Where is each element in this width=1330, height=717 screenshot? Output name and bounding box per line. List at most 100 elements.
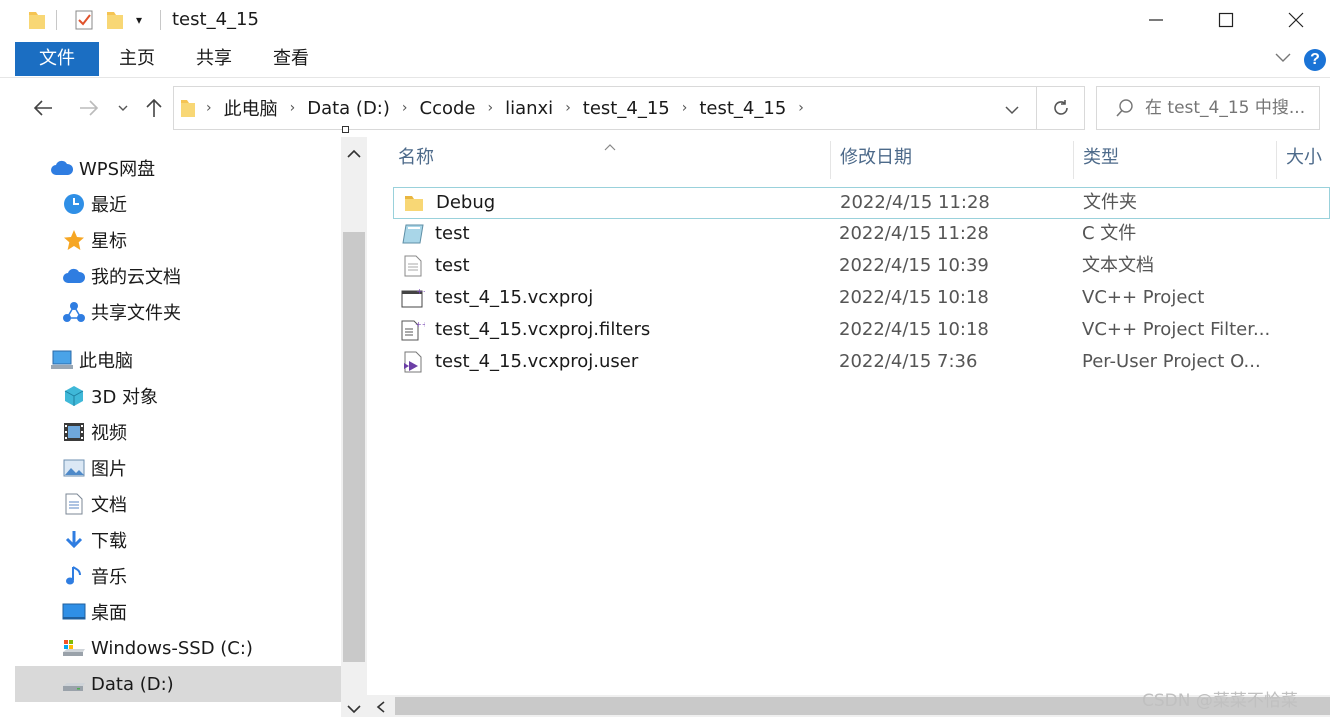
recent-locations-button[interactable] [114, 95, 132, 121]
chevron-right-icon[interactable]: › [559, 100, 577, 116]
separator [56, 10, 57, 30]
sidebar-item-label: WPS网盘 [79, 159, 156, 180]
scroll-up-icon[interactable] [346, 145, 362, 164]
breadcrumb-item[interactable]: Data (D:) [301, 98, 396, 119]
text-file-icon [401, 254, 425, 278]
close-icon [1288, 12, 1304, 28]
share-icon [62, 300, 86, 324]
chevron-right-icon[interactable]: › [284, 100, 302, 116]
search-box[interactable] [1096, 86, 1320, 130]
vs-user-icon [401, 350, 425, 374]
folder-icon [174, 98, 200, 118]
table-row[interactable]: Debug 2022/4/15 11:28 文件夹 [393, 187, 1330, 219]
window-title: test_4_15 [172, 9, 259, 30]
address-history-button[interactable] [1004, 101, 1020, 120]
forward-button[interactable] [76, 95, 102, 121]
table-row[interactable]: ++ test_4_15.vcxproj 2022/4/15 10:18 VC+… [393, 283, 1330, 315]
music-icon [62, 564, 86, 588]
cube-icon [62, 384, 86, 408]
chevron-right-icon[interactable]: › [676, 100, 694, 116]
chevron-right-icon[interactable]: › [396, 100, 414, 116]
chevron-right-icon[interactable]: › [200, 100, 218, 116]
column-header-size[interactable]: 大小 [1286, 137, 1330, 179]
breadcrumb-item[interactable]: test_4_15 [577, 98, 676, 119]
file-name-cell: test_4_15.vcxproj.user [401, 347, 821, 377]
sidebar-item-starred[interactable]: 星标 [62, 224, 340, 256]
help-icon[interactable]: ? [1304, 49, 1326, 71]
sidebar-item-cloud-docs[interactable]: 我的云文档 [62, 260, 340, 292]
sidebar-item-this-pc[interactable]: 此电脑 [50, 344, 340, 376]
picture-icon [62, 456, 86, 480]
sidebar-item-recent[interactable]: 最近 [62, 188, 340, 220]
resize-handle[interactable] [342, 126, 349, 133]
maximize-button[interactable] [1191, 0, 1261, 40]
folder-icon [402, 191, 426, 215]
properties-icon[interactable] [74, 8, 94, 32]
file-type: 文件夹 [1083, 192, 1137, 213]
column-divider[interactable] [1276, 141, 1277, 179]
sidebar-scrollbar[interactable] [341, 137, 367, 717]
sidebar-item-label: 我的云文档 [91, 267, 181, 288]
file-date: 2022/4/15 7:36 [839, 351, 978, 372]
file-name-cell: test [401, 219, 821, 249]
sidebar-item-videos[interactable]: 视频 [62, 416, 340, 448]
close-button[interactable] [1261, 0, 1330, 40]
scroll-left-icon[interactable] [375, 699, 387, 717]
sidebar-item-drive-d[interactable]: Data (D:) [15, 666, 341, 702]
scrollbar-thumb[interactable] [343, 232, 365, 662]
sidebar-item-music[interactable]: 音乐 [62, 560, 340, 592]
sidebar-item-desktop[interactable]: 桌面 [62, 596, 340, 628]
up-arrow-icon [146, 98, 162, 117]
column-divider[interactable] [830, 141, 831, 179]
sidebar-item-shared-folder[interactable]: 共享文件夹 [62, 296, 340, 328]
desktop-icon [62, 600, 86, 624]
tab-share[interactable]: 共享 [183, 42, 245, 76]
minimize-button[interactable] [1121, 0, 1191, 40]
breadcrumb-item[interactable]: 此电脑 [218, 95, 284, 121]
maximize-icon [1218, 12, 1234, 28]
column-header-date[interactable]: 修改日期 [840, 137, 1070, 179]
table-row[interactable]: test_4_15.vcxproj.user 2022/4/15 7:36 Pe… [393, 347, 1330, 379]
back-arrow-icon [33, 100, 52, 116]
table-row[interactable]: test 2022/4/15 11:28 C 文件 [393, 219, 1330, 251]
refresh-button[interactable] [1037, 86, 1085, 130]
title-bar: ▾ test_4_15 [0, 0, 1330, 40]
chevron-right-icon[interactable]: › [481, 100, 499, 116]
chevron-right-icon[interactable]: › [792, 100, 810, 116]
tab-view[interactable]: 查看 [260, 42, 322, 76]
filters-icon: ++ [401, 318, 425, 342]
search-input[interactable] [1145, 98, 1315, 118]
breadcrumb-item[interactable]: lianxi [499, 98, 559, 119]
back-button[interactable] [30, 95, 56, 121]
sidebar-item-label: 此电脑 [79, 351, 133, 372]
expand-ribbon-icon[interactable] [1274, 50, 1292, 69]
clock-icon [62, 192, 86, 216]
tab-home[interactable]: 主页 [106, 42, 168, 76]
file-name: Debug [436, 192, 496, 213]
breadcrumb: › 此电脑 › Data (D:) › Ccode › lianxi › tes… [174, 87, 810, 129]
breadcrumb-item[interactable]: Ccode [414, 98, 482, 119]
sidebar-item-pictures[interactable]: 图片 [62, 452, 340, 484]
sidebar-item-drive-c[interactable]: Windows-SSD (C:) [62, 632, 340, 664]
up-button[interactable] [142, 95, 166, 121]
breadcrumb-item[interactable]: test_4_15 [693, 98, 792, 119]
svg-text:++: ++ [416, 287, 425, 296]
table-row[interactable]: test 2022/4/15 10:39 文本文档 [393, 251, 1330, 283]
customize-toolbar-icon[interactable]: ▾ [136, 8, 142, 32]
sidebar-item-downloads[interactable]: 下载 [62, 524, 340, 556]
table-row[interactable]: ++ test_4_15.vcxproj.filters 2022/4/15 1… [393, 315, 1330, 347]
forward-arrow-icon [80, 100, 99, 116]
new-folder-icon[interactable] [106, 8, 124, 32]
column-header-type[interactable]: 类型 [1083, 137, 1273, 179]
column-header-name[interactable]: 名称 [398, 137, 818, 179]
column-divider[interactable] [1073, 141, 1074, 179]
sidebar-item-3d-objects[interactable]: 3D 对象 [62, 380, 340, 412]
address-bar[interactable]: › 此电脑 › Data (D:) › Ccode › lianxi › tes… [173, 86, 1037, 130]
sidebar-item-documents[interactable]: 文档 [62, 488, 340, 520]
drive-icon [62, 672, 86, 696]
film-icon [62, 420, 86, 444]
sidebar-item-wps-cloud[interactable]: WPS网盘 [50, 152, 340, 184]
cloud-doc-icon [62, 264, 86, 288]
scroll-down-icon[interactable] [346, 700, 362, 717]
tab-file[interactable]: 文件 [15, 42, 99, 76]
